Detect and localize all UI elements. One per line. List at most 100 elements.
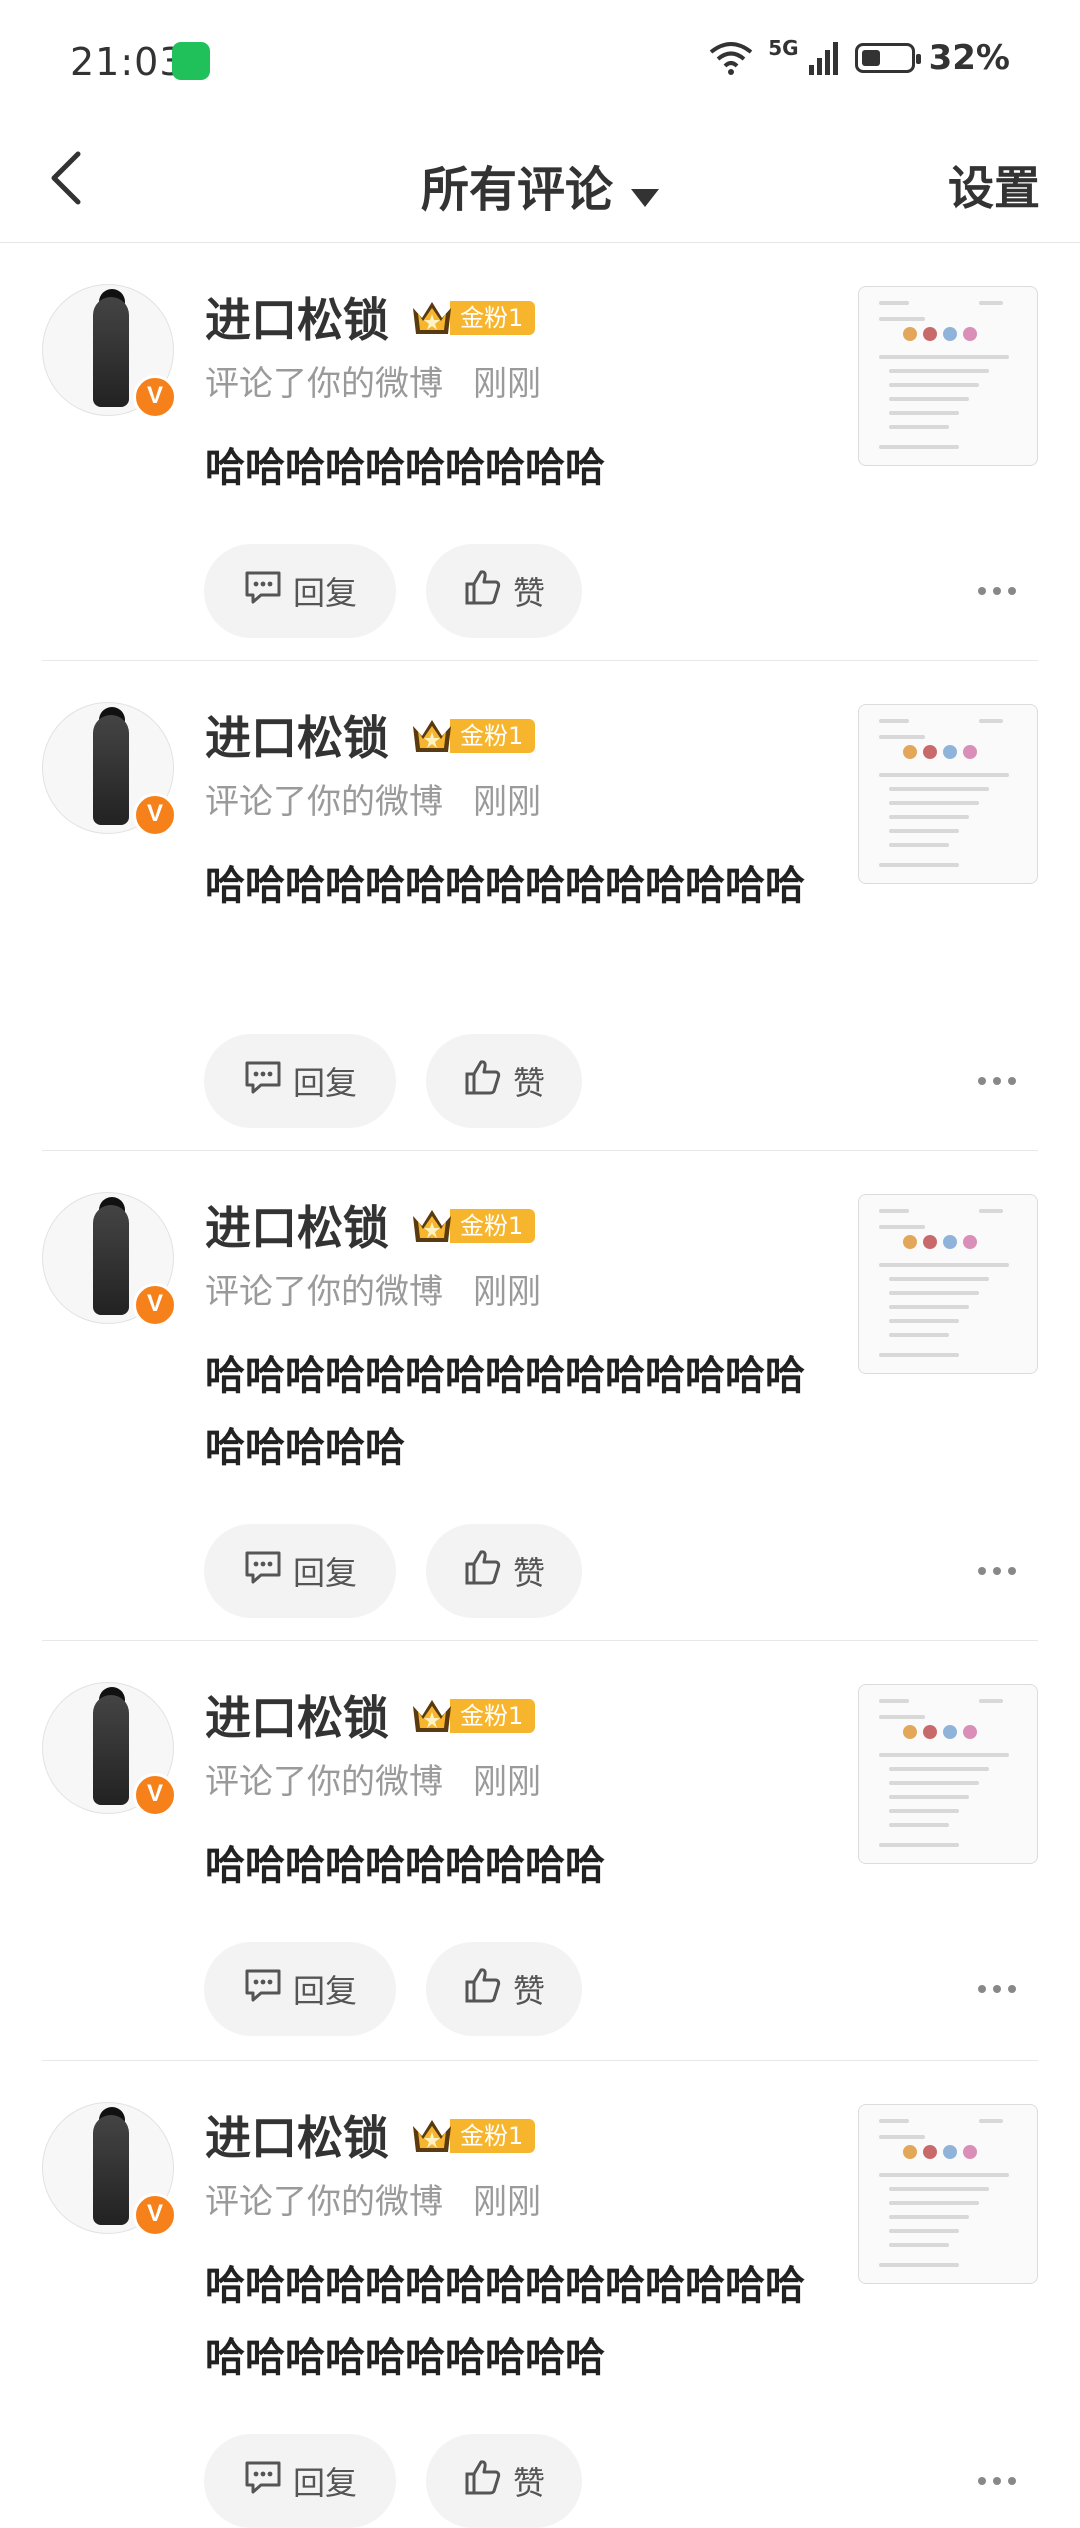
avatar[interactable]: V <box>42 1192 177 1327</box>
weibo-thumbnail[interactable] <box>858 1684 1038 1864</box>
comment-subtitle: 评论了你的微博 刚刚 <box>205 1754 541 1803</box>
comment-item[interactable]: V 进口松锁 金粉1 评论了你的微博 刚刚 哈哈哈哈哈哈哈哈哈哈哈哈哈哈哈哈哈哈哈… <box>0 2060 1080 2528</box>
reply-button[interactable]: 回复 <box>204 1942 396 2036</box>
comment-text: 哈哈哈哈哈哈哈哈哈哈哈哈哈哈哈哈哈哈哈哈哈哈哈哈哈 <box>205 2263 805 2381</box>
reply-button[interactable]: 回复 <box>204 544 396 638</box>
network-label: 5G <box>768 36 799 60</box>
reply-label: 回复 <box>292 1064 357 1102</box>
weibo-thumbnail[interactable] <box>858 2104 1038 2284</box>
reply-label: 回复 <box>292 1554 357 1592</box>
reply-label: 回复 <box>292 1972 357 2010</box>
comment-time: 刚刚 <box>473 364 541 404</box>
avatar[interactable]: V <box>42 2102 177 2237</box>
more-options-icon[interactable] <box>978 1561 1028 1581</box>
fan-badge-label: 金粉1 <box>450 1699 536 1733</box>
fan-badge[interactable]: 金粉1 <box>410 298 536 338</box>
like-label: 赞 <box>512 2464 545 2502</box>
username[interactable]: 进口松锁 <box>205 2102 389 2168</box>
comment-subtitle: 评论了你的微博 刚刚 <box>205 2174 541 2223</box>
more-options-icon[interactable] <box>978 2471 1028 2491</box>
fan-badge-label: 金粉1 <box>450 2119 536 2153</box>
comment-action: 评论了你的微博 <box>205 364 443 404</box>
comment-action: 评论了你的微博 <box>205 2182 443 2222</box>
more-options-icon[interactable] <box>978 581 1028 601</box>
like-label: 赞 <box>512 1064 545 1102</box>
thumbs-up-icon <box>463 1548 503 1594</box>
more-options-icon[interactable] <box>978 1071 1028 1091</box>
reply-icon <box>243 569 283 613</box>
comment-time: 刚刚 <box>473 2182 541 2222</box>
thumbs-up-icon <box>463 1966 503 2012</box>
wechat-icon <box>172 42 210 80</box>
weibo-thumbnail[interactable] <box>858 1194 1038 1374</box>
comment-action: 评论了你的微博 <box>205 1272 443 1312</box>
like-label: 赞 <box>512 574 545 612</box>
fan-badge[interactable]: 金粉1 <box>410 1206 536 1246</box>
comment-time: 刚刚 <box>473 1272 541 1312</box>
comment-action: 评论了你的微博 <box>205 782 443 822</box>
username[interactable]: 进口松锁 <box>205 1682 389 1748</box>
avatar[interactable]: V <box>42 284 177 419</box>
weibo-thumbnail[interactable] <box>858 704 1038 884</box>
like-button[interactable]: 赞 <box>426 1034 582 1128</box>
fan-badge[interactable]: 金粉1 <box>410 716 536 756</box>
comment-item[interactable]: V 进口松锁 金粉1 评论了你的微博 刚刚 哈哈哈哈哈哈哈哈哈哈 回复 赞 <box>0 1640 1080 2060</box>
title-dropdown[interactable]: 所有评论 <box>0 150 1080 220</box>
comment-item[interactable]: V 进口松锁 金粉1 评论了你的微博 刚刚 哈哈哈哈哈哈哈哈哈哈哈哈哈哈哈 回复… <box>0 660 1080 1150</box>
reply-icon <box>243 1967 283 2011</box>
comment-time: 刚刚 <box>473 1762 541 1802</box>
thumbs-up-icon <box>463 568 503 614</box>
wifi-icon <box>708 40 754 76</box>
reply-icon <box>243 1059 283 1103</box>
crown-icon <box>410 1206 454 1246</box>
like-button[interactable]: 赞 <box>426 2434 582 2528</box>
reply-button[interactable]: 回复 <box>204 1034 396 1128</box>
comment-divider <box>42 660 1038 661</box>
thumbs-up-icon <box>463 2458 503 2504</box>
like-button[interactable]: 赞 <box>426 544 582 638</box>
reply-button[interactable]: 回复 <box>204 2434 396 2528</box>
like-button[interactable]: 赞 <box>426 1942 582 2036</box>
verified-icon: V <box>133 1283 177 1327</box>
comment-text: 哈哈哈哈哈哈哈哈哈哈 <box>205 1843 605 1889</box>
signal-icon <box>807 41 841 75</box>
fan-badge[interactable]: 金粉1 <box>410 2116 536 2156</box>
status-time: 21:03 <box>70 40 185 84</box>
comment-time: 刚刚 <box>473 782 541 822</box>
like-label: 赞 <box>512 1972 545 2010</box>
status-icons: 5G 32% <box>708 36 1010 78</box>
more-options-icon[interactable] <box>978 1979 1028 1999</box>
dropdown-caret-icon <box>631 188 659 207</box>
settings-button[interactable]: 设置 <box>948 152 1040 218</box>
reply-button[interactable]: 回复 <box>204 1524 396 1618</box>
comment-item[interactable]: V 进口松锁 金粉1 评论了你的微博 刚刚 哈哈哈哈哈哈哈哈哈哈 回复 赞 <box>0 242 1080 660</box>
reply-label: 回复 <box>292 574 357 612</box>
crown-icon <box>410 716 454 756</box>
avatar[interactable]: V <box>42 1682 177 1817</box>
battery-level: 32% <box>928 38 1010 78</box>
verified-icon: V <box>133 793 177 837</box>
username[interactable]: 进口松锁 <box>205 702 389 768</box>
verified-icon: V <box>133 2193 177 2237</box>
verified-icon: V <box>133 375 177 419</box>
username[interactable]: 进口松锁 <box>205 1192 389 1258</box>
comment-divider <box>42 1640 1038 1641</box>
comment-subtitle: 评论了你的微博 刚刚 <box>205 774 541 823</box>
thumbs-up-icon <box>463 1058 503 1104</box>
comment-divider <box>42 1150 1038 1151</box>
username[interactable]: 进口松锁 <box>205 284 389 350</box>
like-button[interactable]: 赞 <box>426 1524 582 1618</box>
reply-label: 回复 <box>292 2464 357 2502</box>
comment-item[interactable]: V 进口松锁 金粉1 评论了你的微博 刚刚 哈哈哈哈哈哈哈哈哈哈哈哈哈哈哈哈哈哈哈… <box>0 1150 1080 1640</box>
avatar[interactable]: V <box>42 702 177 837</box>
weibo-thumbnail[interactable] <box>858 286 1038 466</box>
comment-subtitle: 评论了你的微博 刚刚 <box>205 356 541 405</box>
comment-action: 评论了你的微博 <box>205 1762 443 1802</box>
reply-icon <box>243 1549 283 1593</box>
comment-text: 哈哈哈哈哈哈哈哈哈哈哈哈哈哈哈哈哈哈哈哈 <box>205 1353 805 1471</box>
crown-icon <box>410 298 454 338</box>
like-label: 赞 <box>512 1554 545 1592</box>
verified-icon: V <box>133 1773 177 1817</box>
fan-badge[interactable]: 金粉1 <box>410 1696 536 1736</box>
reply-icon <box>243 2459 283 2503</box>
